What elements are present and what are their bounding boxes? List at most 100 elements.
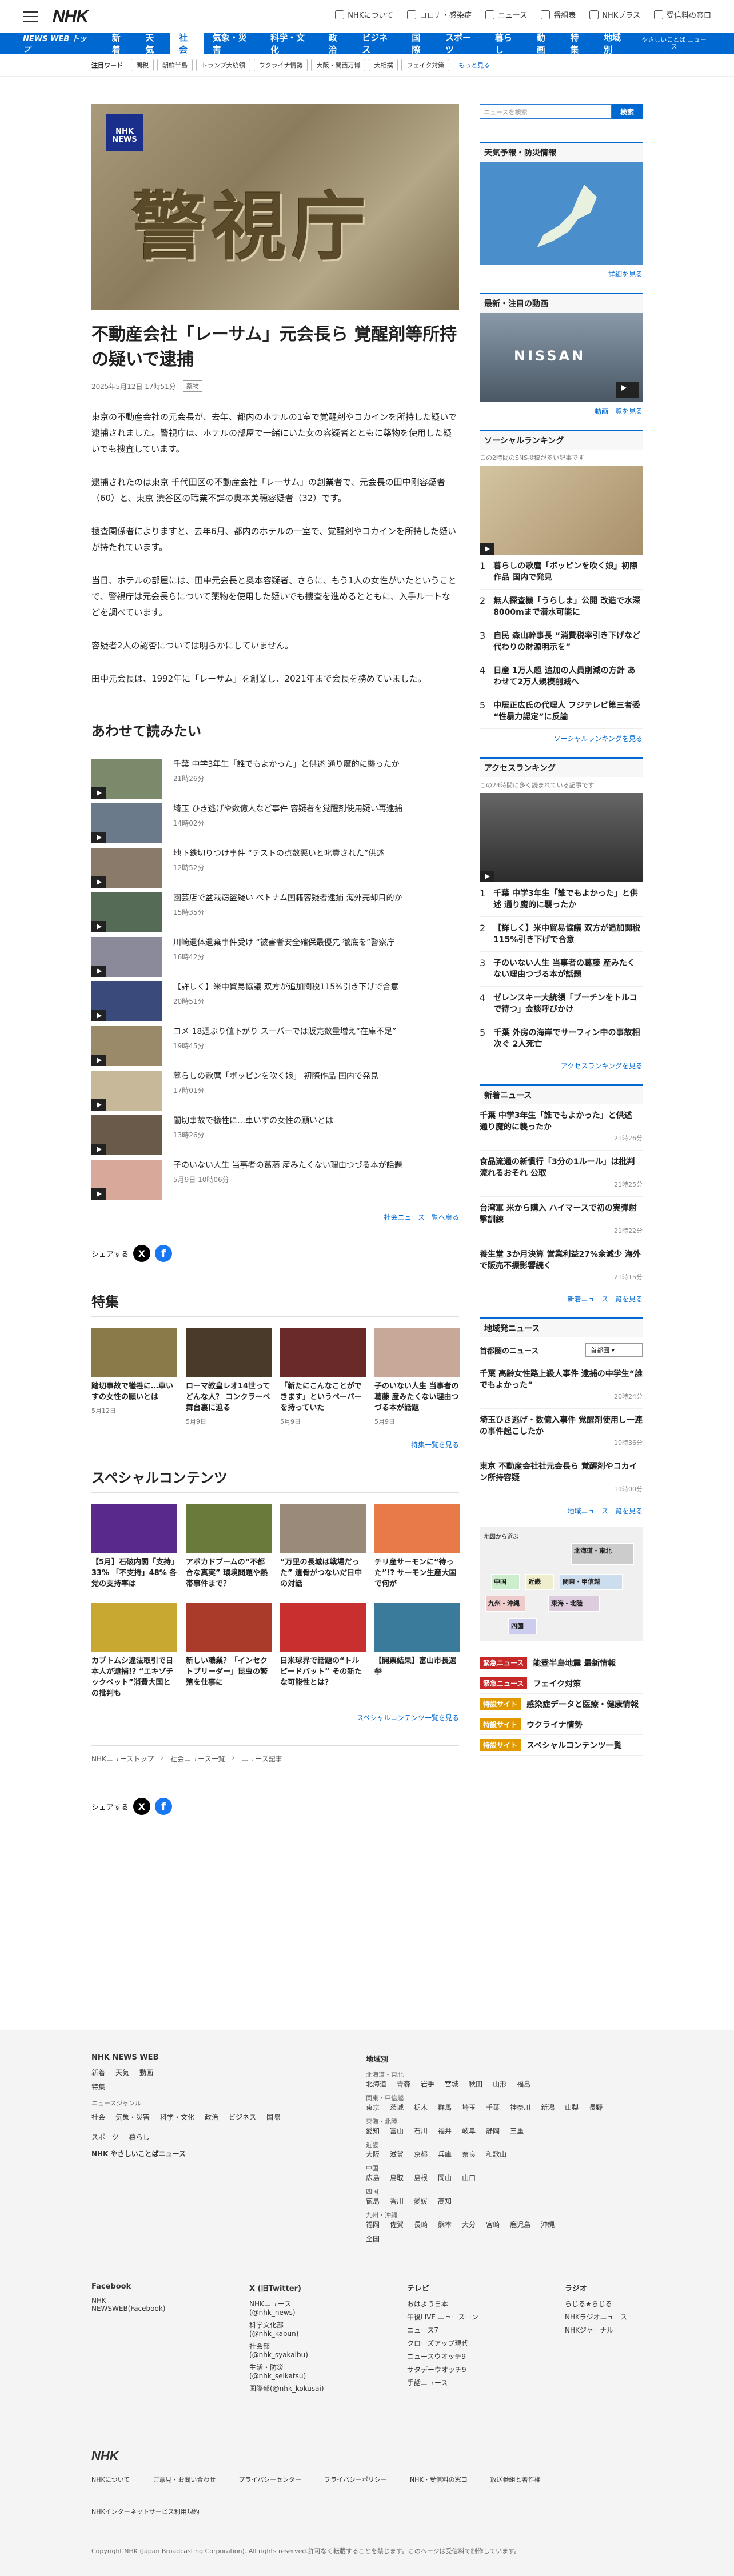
footer-x-link[interactable]: 科学文化部(@nhk_kabun) [249, 2320, 327, 2338]
banner-text[interactable]: フェイク対策 [533, 1678, 581, 1689]
footer-pref-link[interactable]: 岡山 [438, 2173, 452, 2182]
nhk-logo[interactable]: NHK [53, 7, 89, 26]
footer-tv-link[interactable]: おはよう日本 [407, 2299, 485, 2309]
footer-link[interactable]: 動画 [139, 2068, 153, 2077]
banner-text[interactable]: 感染症データと医療・健康情報 [526, 1698, 639, 1710]
related-item[interactable]: 川崎遺体遺棄事件受け “被害者安全確保最優先 徹底を”警察庁 16時42分 [91, 937, 459, 977]
tag-item[interactable]: フェイク対策 [401, 58, 450, 71]
nav-disaster[interactable]: 気象・災害 [204, 33, 262, 55]
related-title[interactable]: 子のいない人生 当事者の葛藤 産みたくない理由つづる本が話題 [173, 1160, 402, 1171]
newest-news-item[interactable]: 食品流通の新慣行「3分の1ルール」は批判流れるおそれ 公取 21時25分 [480, 1151, 643, 1197]
special-card[interactable]: “万里の長城は戦場だった” 遺骨がつないだ日中の対話 [280, 1504, 366, 1589]
regional-news-item[interactable]: 東京 不動産会社社元会長ら 覚醒剤やコカイン所持容疑 19時00分 [480, 1455, 643, 1501]
play-icon[interactable] [616, 382, 639, 398]
region-hokkaido-tohoku[interactable]: 北海道・東北 [571, 1543, 634, 1565]
footer-pref-link[interactable]: 北海道 [366, 2079, 386, 2089]
footer-pref-link[interactable]: 石川 [414, 2126, 428, 2136]
footer-link[interactable]: 特集 [91, 2082, 105, 2092]
footer-pref-link[interactable]: 大分 [462, 2220, 476, 2229]
footer-pref-link[interactable]: 広島 [366, 2173, 380, 2182]
footer-pref-link[interactable]: 神奈川 [510, 2102, 530, 2112]
region-kanto[interactable]: 関東・甲信越 [560, 1574, 623, 1590]
footer-pref-link[interactable]: 栃木 [414, 2102, 428, 2112]
weather-more-link[interactable]: 詳細を見る [480, 269, 643, 279]
newest-news-title[interactable]: 養生堂 3か月決算 営業利益27%余減少 海外で販売不振影響続く [480, 1249, 643, 1272]
special-card[interactable]: 新しい職業？「インセクトブリーダー」昆虫の繁殖を仕事に [186, 1603, 272, 1699]
footer-link[interactable]: 新着 [91, 2068, 105, 2077]
play-icon[interactable] [91, 787, 106, 799]
footer-pref-link[interactable]: 静岡 [486, 2126, 500, 2136]
banner-text[interactable]: 能登半島地震 最新情報 [533, 1657, 616, 1669]
footer-bottom-link[interactable]: プライバシーセンター [238, 2475, 301, 2484]
footer-link[interactable]: 天気 [115, 2068, 129, 2077]
nav-business[interactable]: ビジネス [353, 33, 403, 55]
footer-pref-link[interactable]: 福岡 [366, 2220, 380, 2229]
tags-more-link[interactable]: もっと見る [458, 61, 490, 70]
play-icon[interactable] [480, 871, 494, 882]
special-title[interactable]: 【開票結果】富山市長選挙 [374, 1656, 460, 1677]
footer-pref-link[interactable]: 福井 [438, 2126, 452, 2136]
related-thumbnail[interactable] [91, 892, 162, 932]
nav-international[interactable]: 国際 [403, 33, 437, 55]
footer-pref-link[interactable]: 宮城 [445, 2079, 458, 2089]
footer-x-link[interactable]: NHKニュース(@nhk_news) [249, 2299, 327, 2317]
feature-card[interactable]: 踏切事故で犠牲に…車いすの女性の願いとは 5月12日 [91, 1328, 177, 1426]
banner-link[interactable]: 緊急ニュース 能登半島地震 最新情報 [480, 1653, 643, 1673]
footer-pref-link[interactable]: 埼玉 [462, 2102, 476, 2112]
region-shikoku[interactable]: 四国 [508, 1618, 537, 1634]
breadcrumb-society[interactable]: 社会ニュース一覧 [170, 1754, 225, 1764]
facebook-share-icon[interactable]: f [155, 1798, 173, 1815]
footer-pref-link[interactable]: 鳥取 [390, 2173, 404, 2182]
footer-pref-link[interactable]: 沖縄 [541, 2220, 555, 2229]
related-item[interactable]: 千葉 中学3年生「誰でもよかった」と供述 通り魔的に襲ったか 21時26分 [91, 759, 459, 799]
related-item[interactable]: 闇切事故で犠牲に…車いすの女性の願いとは 13時26分 [91, 1115, 459, 1155]
footer-x-link[interactable]: 生活・防災(@nhk_seikatsu) [249, 2362, 327, 2380]
footer-bottom-link[interactable]: NHKインターネットサービス利用規約 [91, 2507, 200, 2516]
play-icon[interactable] [91, 1144, 106, 1155]
regional-news-title[interactable]: 埼玉ひき逃げ・数億入事件 覚醒剤使用し一連の事件起こしたか [480, 1415, 643, 1437]
special-card[interactable]: カブトムシ違法取引で日本人が逮捕!? “エキゾチックペット”消費大国との批判も [91, 1603, 177, 1699]
footer-bottom-link[interactable]: ご意見・お問い合わせ [153, 2475, 216, 2484]
toplink-program[interactable]: 番組表 [541, 9, 576, 20]
footer-genre-link[interactable]: 国際 [266, 2112, 280, 2122]
footer-pref-link[interactable]: 岩手 [421, 2079, 434, 2089]
footer-yasashii[interactable]: NHK やさしいことばニュース [91, 2149, 186, 2158]
nav-new[interactable]: 新着 [103, 33, 137, 55]
region-tokai[interactable]: 東海・北陸 [548, 1596, 600, 1612]
footer-pref-link[interactable]: 和歌山 [486, 2149, 506, 2159]
toplink-corona[interactable]: コロナ・感染症 [406, 9, 472, 20]
footer-radio-link[interactable]: NHKジャーナル [565, 2325, 643, 2335]
society-list-link[interactable]: 社会ニュース一覧へ戻る [91, 1212, 459, 1222]
newest-more-link[interactable]: 新着ニュース一覧を見る [480, 1294, 643, 1304]
related-thumbnail[interactable] [91, 981, 162, 1021]
nav-yasashii[interactable]: やさしいことば ニュース [637, 33, 711, 54]
play-icon[interactable] [480, 543, 494, 555]
footer-genre-link[interactable]: 科学・文化 [160, 2112, 194, 2122]
regional-news-item[interactable]: 埼玉ひき逃げ・数億入事件 覚醒剤使用し一連の事件起こしたか 19時36分 [480, 1409, 643, 1455]
footer-pref-link[interactable]: 山形 [493, 2079, 506, 2089]
related-title[interactable]: 園芸店で盆栽窃盗疑い ベトナム国籍容疑者逮捕 海外売却目的か [173, 892, 402, 904]
special-title[interactable]: 日米球界で話題の“トルピードバット” その新たな可能性とは？ [280, 1656, 366, 1688]
feature-more-link[interactable]: 特集一覧を見る [91, 1440, 459, 1449]
footer-pref-link[interactable]: 滋賀 [390, 2149, 404, 2159]
access-rank-title[interactable]: 千葉 外房の海岸でサーフィン中の事故相次ぐ 2人死亡 [494, 1027, 643, 1050]
regional-news-item[interactable]: 千葉 高齢女性路上殺人事件 逮捕の中学生“誰でもよかった” 20時24分 [480, 1363, 643, 1409]
nav-science[interactable]: 科学・文化 [262, 33, 320, 55]
related-item[interactable]: 【詳しく】米中貿易協議 双方が追加関税115%引き下げで合意 20時51分 [91, 981, 459, 1021]
nav-video[interactable]: 動画 [528, 33, 562, 55]
social-rank-title[interactable]: 日産 1万人超 追加の人員削減の方針 あわせて2万人規模削減へ [493, 665, 643, 688]
access-rank-item[interactable]: 4 ゼレンスキー大統領「プーチンをトルコで待つ」会談呼びかけ [480, 987, 643, 1021]
footer-bottom-link[interactable]: NHKについて [91, 2475, 130, 2484]
footer-logo[interactable]: NHK [91, 2449, 643, 2463]
access-rank-title[interactable]: 【詳しく】米中貿易協議 双方が追加関税115%引き下げで合意 [493, 923, 643, 946]
footer-pref-link[interactable]: 徳島 [366, 2196, 380, 2206]
footer-pref-link[interactable]: 福島 [517, 2079, 530, 2089]
feature-title[interactable]: 「新たにこんなことができます」というペーパーを持っていた [280, 1381, 366, 1413]
tag-item[interactable]: ウクライナ情勢 [253, 58, 308, 71]
newest-news-item[interactable]: 養生堂 3か月決算 営業利益27%余減少 海外で販売不振影響続く 21時15分 [480, 1243, 643, 1289]
newest-news-item[interactable]: 台湾軍 米から購入 ハイマースで初の実弾射撃訓練 21時22分 [480, 1197, 643, 1243]
social-rank-title[interactable]: 中居正広氏の代理人 フジテレビ第三者委 “性暴力認定”に反論 [493, 700, 643, 723]
play-icon[interactable] [91, 966, 106, 977]
special-title[interactable]: 【5月】石破内閣「支持」33% 「不支持」48% 各党の支持率は [91, 1557, 177, 1589]
footer-pref-link[interactable]: 青森 [397, 2079, 410, 2089]
